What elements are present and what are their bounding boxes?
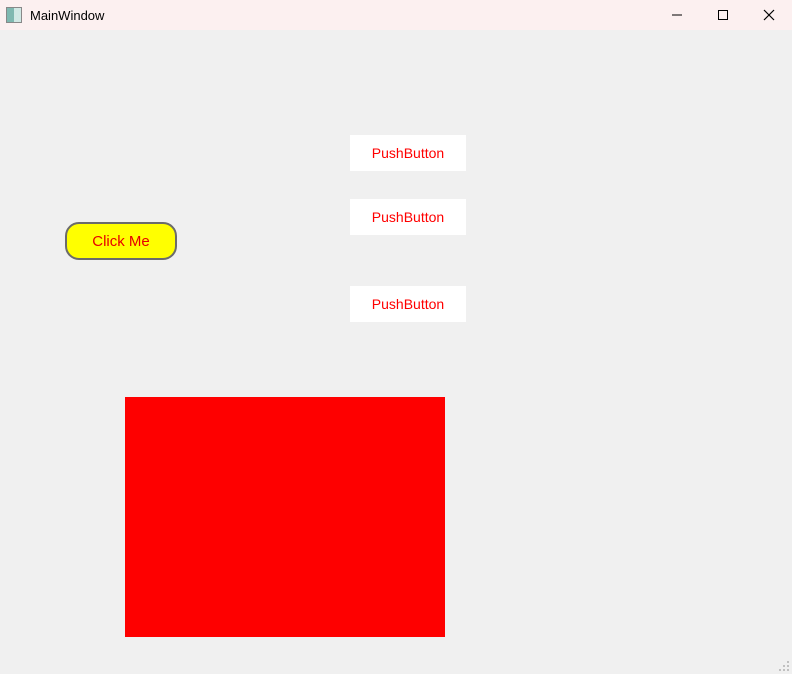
push-button-1[interactable]: PushButton [350, 135, 466, 171]
titlebar: MainWindow [0, 0, 792, 30]
minimize-button[interactable] [654, 0, 700, 30]
click-me-button[interactable]: Click Me [65, 222, 177, 260]
app-icon [6, 7, 22, 23]
maximize-button[interactable] [700, 0, 746, 30]
maximize-icon [717, 9, 729, 21]
minimize-icon [671, 9, 683, 21]
resize-grip-icon[interactable] [776, 658, 790, 672]
close-icon [763, 9, 775, 21]
window-title: MainWindow [30, 8, 104, 23]
client-area: Click Me PushButton PushButton PushButto… [0, 30, 792, 674]
push-button-2[interactable]: PushButton [350, 199, 466, 235]
close-button[interactable] [746, 0, 792, 30]
push-button-3[interactable]: PushButton [350, 286, 466, 322]
window-controls [654, 0, 792, 30]
red-panel [125, 397, 445, 637]
